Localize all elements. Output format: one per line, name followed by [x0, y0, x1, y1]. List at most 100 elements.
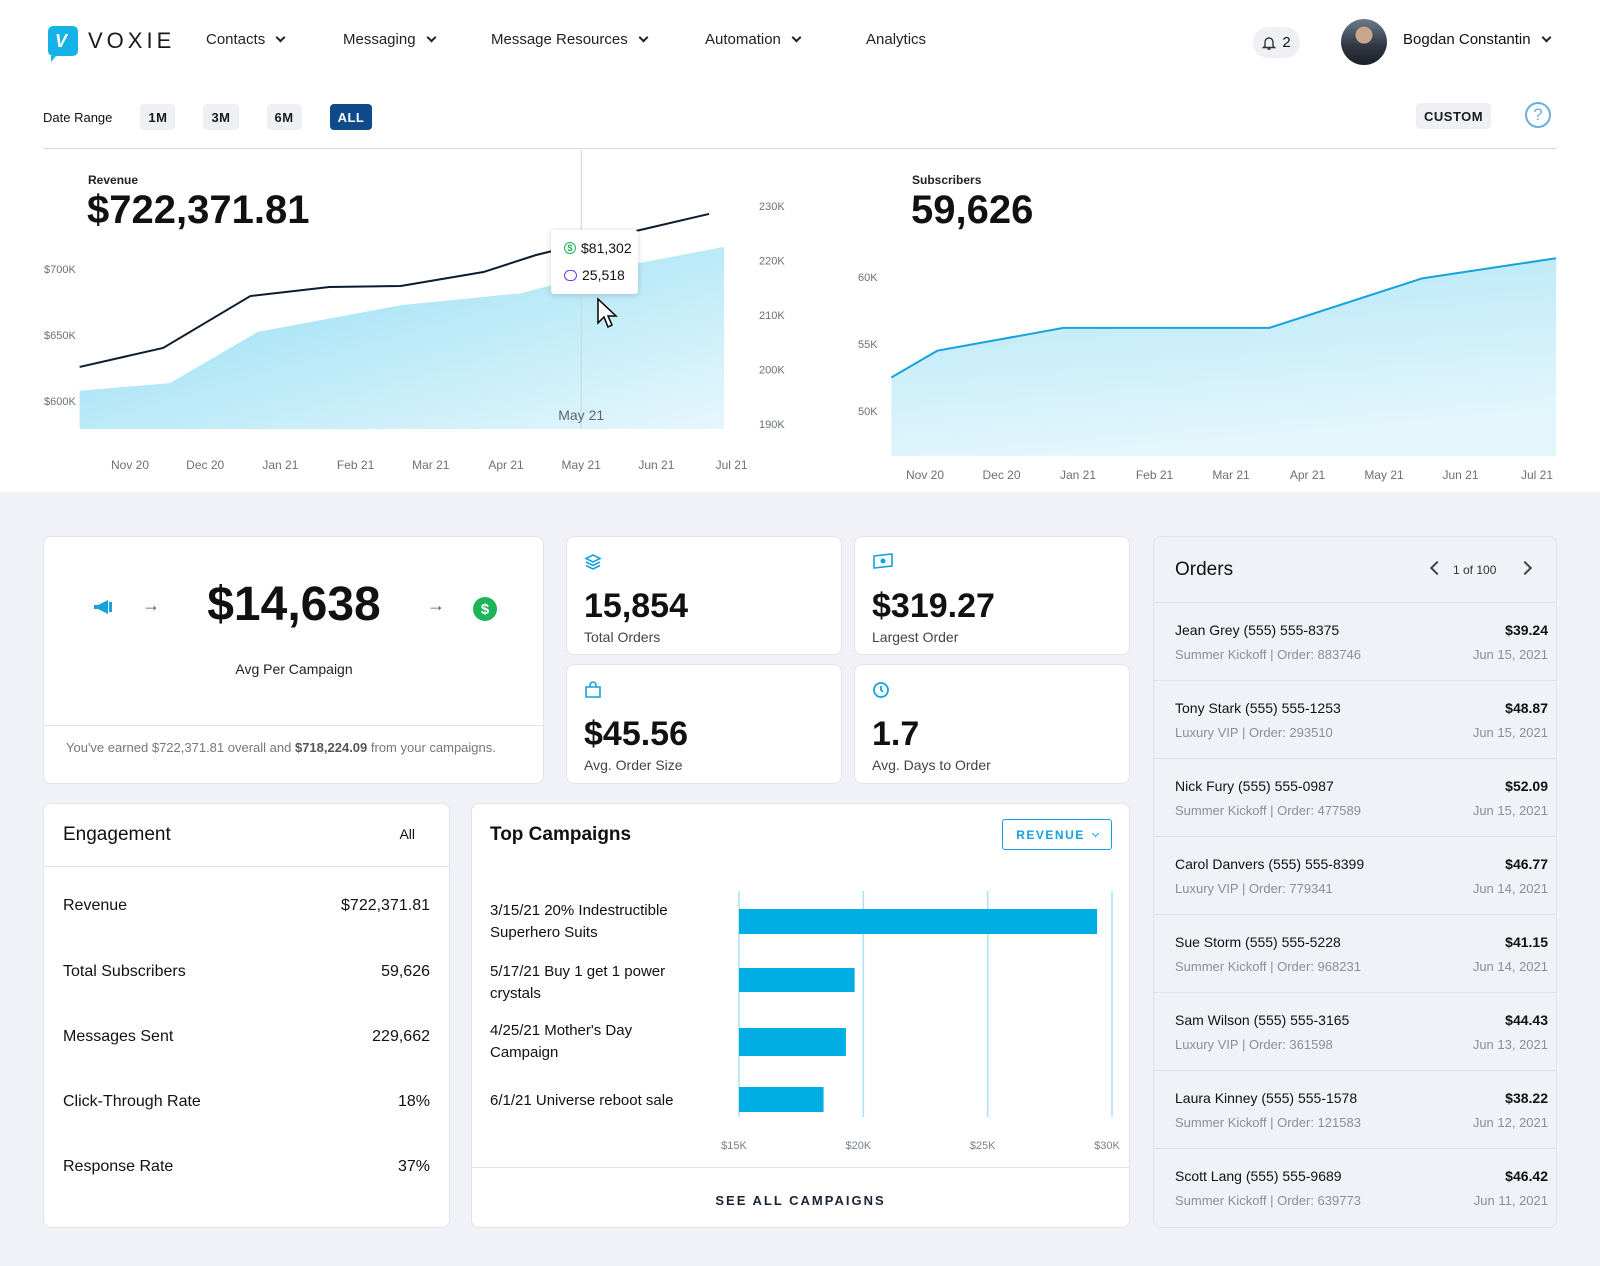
see-all-campaigns-link[interactable]: SEE ALL CAMPAIGNS: [472, 1193, 1129, 1208]
order-meta: Summer Kickoff | Order: 968231: [1175, 959, 1361, 974]
order-amount: $52.09: [1505, 778, 1548, 794]
order-date: Jun 14, 2021: [1472, 881, 1548, 896]
order-amount: $46.77: [1505, 856, 1548, 872]
order-row[interactable]: Tony Stark (555) 555-1253 Luxury VIP | Or…: [1154, 681, 1556, 759]
customer-name: Sam Wilson (555) 555-3165: [1175, 1012, 1350, 1028]
avg-campaign-card: → $14,638 → $ Avg Per Campaign You've ea…: [43, 536, 544, 784]
orders-pager: 1 of 100: [1453, 563, 1497, 577]
campaign-bar: [739, 1087, 824, 1112]
order-date: Jun 12, 2021: [1472, 1115, 1548, 1130]
order-row[interactable]: Laura Kinney (555) 555-1578 Summer Kickof…: [1154, 1071, 1556, 1149]
campaign-bar: [739, 1028, 846, 1056]
order-date: Jun 11, 2021: [1473, 1193, 1548, 1208]
top-campaigns-card: Top Campaigns REVENUE 3/15/21 20% Indest…: [471, 803, 1130, 1228]
summary-text: from your campaigns.: [367, 740, 496, 755]
divider: [44, 725, 543, 726]
arrow-right-icon: →: [427, 595, 445, 615]
divider: [472, 1167, 1129, 1168]
order-amount: $41.15: [1505, 934, 1548, 950]
order-amount: $48.87: [1505, 700, 1548, 716]
chevron-left-icon[interactable]: [1429, 560, 1445, 576]
stat-value: 1.7: [872, 715, 920, 753]
metric-label: Click-Through Rate: [63, 1093, 201, 1110]
subscribers-chart[interactable]: 50K 55K 60K Nov 20 Dec 20 Jan 21 Feb 21 Mar 21 A…: [0, 0, 1600, 492]
metric-value: 18%: [397, 1093, 430, 1110]
campaign-earnings: $718,224.09: [294, 740, 368, 755]
divider: [44, 866, 449, 867]
order-row[interactable]: Sue Storm (555) 555-5228 Summer Kickoff |…: [1154, 915, 1556, 993]
stat-card-total-orders: 15,854 Total Orders: [566, 536, 842, 655]
avg-campaign-label: Avg Per Campaign: [235, 661, 353, 677]
layers-icon: [584, 554, 602, 570]
stat-card-avg-days: 1.7 Avg. Days to Order: [854, 664, 1130, 784]
campaign-bar: [739, 909, 1098, 934]
metric-label: Total Subscribers: [63, 963, 186, 980]
customer-name: Sue Storm (555) 555-5228: [1175, 934, 1341, 950]
customer-name: Carol Danvers (555) 555-8399: [1175, 856, 1365, 872]
x-tick-label: $25K: [970, 1140, 996, 1152]
order-meta: Luxury VIP | Order: 293510: [1175, 725, 1333, 740]
metric-value: 37%: [397, 1158, 430, 1175]
x-tick-label: Jun 21: [1442, 468, 1478, 482]
stat-label: Avg. Order Size: [584, 757, 683, 773]
engagement-filter[interactable]: All: [399, 826, 415, 842]
customer-name: Scott Lang (555) 555-9689: [1175, 1168, 1342, 1184]
order-date: Jun 15, 2021: [1472, 803, 1548, 818]
metric-value: 59,626: [381, 963, 430, 980]
order-date: Jun 15, 2021: [1472, 725, 1548, 740]
order-amount: $46.42: [1505, 1168, 1548, 1184]
order-amount: $38.22: [1505, 1090, 1548, 1106]
order-row[interactable]: Jean Grey (555) 555-8375 Summer Kickoff |…: [1154, 603, 1556, 681]
top-section: V VOXIE Contacts Messaging Message Resou…: [0, 0, 1600, 492]
orders-panel: Orders 1 of 100 Jean Grey (555) 555-8375…: [1153, 536, 1557, 1228]
metric-label: Revenue: [63, 897, 128, 914]
x-tick-label: $15K: [721, 1140, 747, 1152]
orders-title: Orders: [1175, 559, 1234, 580]
y-tick-label: 55K: [858, 339, 878, 351]
metric-value: 229,662: [372, 1028, 430, 1045]
stat-value: $319.27: [872, 587, 995, 625]
engagement-row: Click-Through Rate 18%: [63, 1093, 430, 1111]
avg-campaign-value: $14,638: [207, 578, 381, 631]
shopping-bag-icon: [585, 681, 601, 698]
y-tick-label: 60K: [858, 272, 878, 284]
x-tick-label: Jan 21: [1060, 468, 1096, 482]
x-tick-label: Feb 21: [1136, 468, 1174, 482]
customer-name: Nick Fury (555) 555-0987: [1175, 778, 1334, 794]
customer-name: Jean Grey (555) 555-8375: [1175, 622, 1340, 638]
order-row[interactable]: Sam Wilson (555) 555-3165 Luxury VIP | Or…: [1154, 993, 1556, 1071]
order-amount: $39.24: [1505, 622, 1548, 638]
engagement-row: Response Rate 37%: [63, 1158, 430, 1176]
x-tick-label: May 21: [1364, 468, 1404, 482]
stat-label: Avg. Days to Order: [872, 757, 991, 773]
metric-label: Response Rate: [63, 1158, 174, 1175]
y-tick-label: 50K: [858, 406, 878, 418]
engagement-row: Revenue $722,371.81: [63, 897, 430, 915]
engagement-row: Messages Sent 229,662: [63, 1028, 430, 1046]
stat-value: 15,854: [584, 587, 688, 625]
engagement-card: Engagement All Revenue $722,371.81 Total …: [43, 803, 450, 1228]
engagement-title: Engagement: [63, 824, 171, 845]
order-row[interactable]: Nick Fury (555) 555-0987 Summer Kickoff |…: [1154, 759, 1556, 837]
cash-icon: [873, 553, 893, 569]
metric-value: $722,371.81: [341, 897, 430, 914]
order-row[interactable]: Carol Danvers (555) 555-8399 Luxury VIP |…: [1154, 837, 1556, 915]
clock-icon: [873, 682, 889, 698]
campaign-bar: [739, 968, 855, 992]
chevron-right-icon[interactable]: [1517, 560, 1533, 576]
order-amount: $44.43: [1505, 1012, 1548, 1028]
x-tick-label: $30K: [1094, 1140, 1120, 1152]
stat-label: Largest Order: [872, 629, 959, 645]
top-campaigns-chart: $15K $20K $25K $30K: [721, 891, 1121, 1152]
stat-label: Total Orders: [584, 629, 661, 645]
x-tick-label: Apr 21: [1290, 468, 1326, 482]
dollar-circle-icon: $: [473, 597, 497, 621]
x-tick-label: Nov 20: [906, 468, 944, 482]
stat-card-largest-order: $319.27 Largest Order: [854, 536, 1130, 655]
stat-value: $45.56: [584, 715, 688, 753]
summary-text: You've earned $722,371.81 overall and: [66, 740, 295, 755]
customer-name: Laura Kinney (555) 555-1578: [1175, 1090, 1358, 1106]
stat-card-avg-order-size: $45.56 Avg. Order Size: [566, 664, 842, 784]
customer-name: Tony Stark (555) 555-1253: [1175, 700, 1341, 716]
order-row[interactable]: Scott Lang (555) 555-9689 Summer Kickoff …: [1154, 1149, 1556, 1227]
